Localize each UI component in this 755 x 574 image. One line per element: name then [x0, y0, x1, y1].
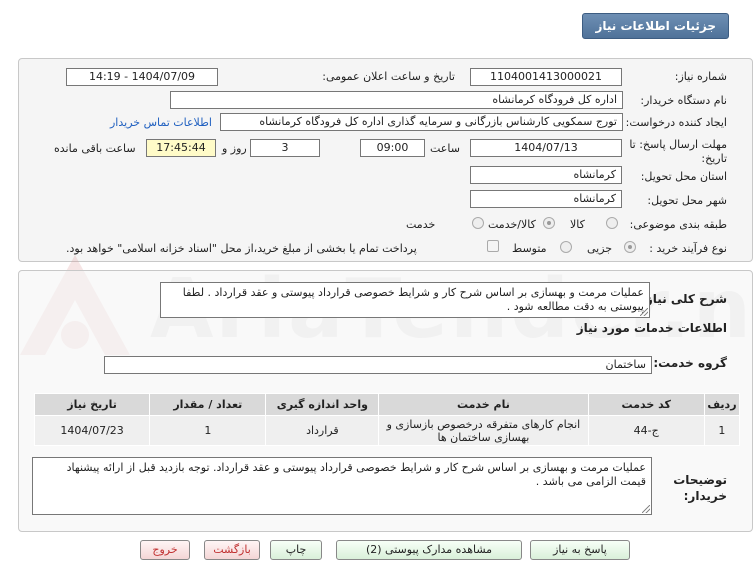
reply-button[interactable]: پاسخ به نیاز	[530, 540, 630, 560]
process-radio-minor[interactable]	[624, 241, 636, 253]
province-label: استان محل تحویل:	[640, 170, 727, 183]
city-field: کرمانشاه	[470, 190, 622, 208]
need-info-panel	[18, 58, 753, 262]
category-radio-service[interactable]	[472, 217, 484, 229]
cell-quantity: 1	[149, 415, 267, 446]
col-quantity: تعداد / مقدار	[149, 393, 267, 416]
need-number-label: شماره نیاز:	[674, 70, 727, 83]
resize-grip-icon[interactable]	[640, 308, 648, 316]
remaining-time-label: ساعت باقی مانده	[54, 142, 136, 155]
deadline-time-field: 09:00	[360, 139, 425, 157]
deadline-label: مهلت ارسال پاسخ: تا	[629, 138, 727, 151]
col-unit: واحد اندازه گیری	[265, 393, 380, 416]
buyer-contact-link[interactable]: اطلاعات تماس خریدار	[110, 116, 212, 129]
cell-need-date: 1404/07/23	[33, 415, 151, 446]
page-title: جزئیات اطلاعات نیاز	[582, 13, 729, 39]
days-label: روز و	[222, 142, 247, 155]
print-button[interactable]: چاپ	[270, 540, 322, 560]
cell-service-code: ج-44	[587, 415, 705, 446]
services-table: ردیف کد خدمت نام خدمت واحد اندازه گیری ت…	[33, 393, 741, 446]
col-service-code: کد خدمت	[587, 393, 705, 416]
province-field: کرمانشاه	[470, 166, 622, 184]
buyer-org-field: اداره کل فرودگاه کرمانشاه	[170, 91, 623, 109]
table-row: 1 ج-44 انجام کارهای متفرقه درخصوص بازساز…	[33, 415, 741, 446]
cell-service-name: انجام کارهای متفرقه درخصوص بازسازی و بهس…	[378, 415, 589, 446]
view-attachments-button[interactable]: مشاهده مدارک پیوستی (2)	[336, 540, 522, 560]
service-group-field: ساختمان	[104, 356, 652, 374]
announce-date-label: تاریخ و ساعت اعلان عمومی:	[322, 70, 455, 83]
deadline-date-label: تاریخ:	[701, 152, 727, 165]
cell-row-number: 1	[703, 415, 741, 446]
process-radio-medium[interactable]	[560, 241, 572, 253]
col-row-number: ردیف	[703, 393, 741, 416]
buyer-notes-text: عملیات مرمت و بهسازی بر اساس شرح کار و ش…	[66, 461, 646, 488]
category-label: طبقه بندی موضوعی:	[629, 218, 727, 231]
remaining-time-field: 17:45:44	[146, 139, 216, 157]
category-option-goods: کالا	[570, 218, 585, 231]
category-radio-goods[interactable]	[606, 217, 618, 229]
exit-button[interactable]: خروج	[140, 540, 190, 560]
services-title: اطلاعات خدمات مورد نیاز	[576, 321, 727, 335]
back-button[interactable]: بازگشت	[204, 540, 260, 560]
process-option-medium: متوسط	[512, 242, 547, 255]
summary-label: شرح کلی نیاز:	[641, 292, 727, 306]
treasury-payment-checkbox[interactable]	[487, 240, 499, 252]
deadline-time-label: ساعت	[430, 142, 460, 155]
col-need-date: تاریخ نیاز	[33, 393, 151, 416]
buyer-org-label: نام دستگاه خریدار:	[640, 94, 727, 107]
announce-date-field: 1404/07/09 - 14:19	[66, 68, 218, 86]
category-option-goods-service: کالا/خدمت	[488, 218, 536, 231]
buyer-notes-label-1: توضیحات	[673, 473, 727, 487]
buyer-notes-label-2: خریدار:	[683, 489, 727, 503]
resize-grip-icon[interactable]	[642, 505, 650, 513]
table-header-row: ردیف کد خدمت نام خدمت واحد اندازه گیری ت…	[33, 393, 741, 416]
col-service-name: نام خدمت	[378, 393, 589, 416]
city-label: شهر محل تحویل:	[647, 194, 727, 207]
process-label: نوع فرآیند خرید :	[649, 242, 727, 255]
process-option-minor: جزیی	[587, 242, 613, 255]
creator-field: تورج سمکویی کارشناس بازرگانی و سرمایه گذ…	[220, 113, 623, 131]
creator-label: ایجاد کننده درخواست:	[625, 116, 727, 129]
category-option-service: خدمت	[406, 218, 436, 231]
deadline-date-field: 1404/07/13	[470, 139, 622, 157]
cell-unit: قرارداد	[265, 415, 380, 446]
category-radio-goods-service[interactable]	[543, 217, 555, 229]
summary-text: عملیات مرمت و بهسازی بر اساس شرح کار و ش…	[182, 286, 644, 313]
buyer-notes-textarea: عملیات مرمت و بهسازی بر اساس شرح کار و ش…	[32, 457, 652, 515]
service-group-label: گروه خدمت:	[653, 356, 727, 370]
summary-textarea: عملیات مرمت و بهسازی بر اساس شرح کار و ش…	[160, 282, 650, 318]
need-number-field: 1104001413000021	[470, 68, 622, 86]
days-remaining-field: 3	[250, 139, 320, 157]
page-header: جزئیات اطلاعات نیاز	[0, 0, 755, 50]
